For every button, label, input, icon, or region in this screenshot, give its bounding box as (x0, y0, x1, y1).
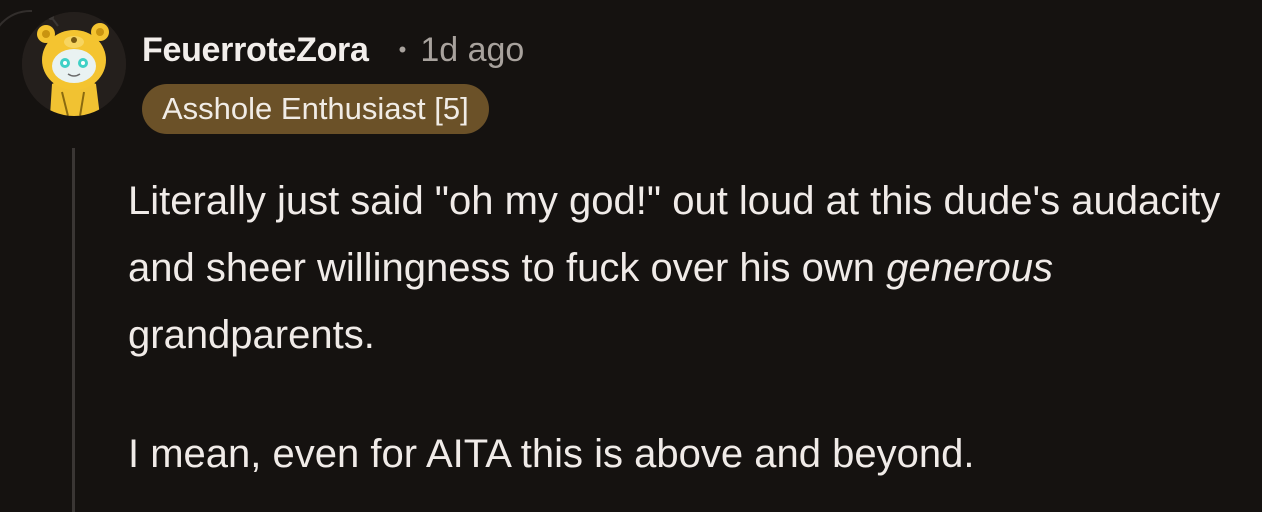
paragraph-1-text-start: Literally just said "oh my god!" out lou… (128, 179, 1221, 290)
thread-collapse-line[interactable] (72, 148, 75, 512)
comment-meta: FeuerroteZora • 1d ago (142, 26, 524, 74)
comment: FeuerroteZora • 1d ago Asshole Enthusias… (0, 0, 1262, 512)
comment-paragraph-2: I mean, even for AITA this is above and … (128, 432, 975, 476)
comment-timestamp[interactable]: 1d ago (420, 31, 524, 70)
paragraph-1-text-end: grandparents. (128, 313, 375, 357)
meta-separator: • (398, 37, 407, 62)
user-flair-badge: Asshole Enthusiast [5] (142, 84, 489, 134)
comment-body: Literally just said "oh my god!" out lou… (128, 168, 1248, 488)
paragraph-1-emphasis: generous (886, 246, 1053, 290)
comment-paragraph-1: Literally just said "oh my god!" out lou… (128, 168, 1248, 369)
author-username[interactable]: FeuerroteZora (142, 31, 369, 70)
user-avatar[interactable] (22, 12, 126, 116)
snoo-bear-avatar-icon (22, 12, 126, 116)
